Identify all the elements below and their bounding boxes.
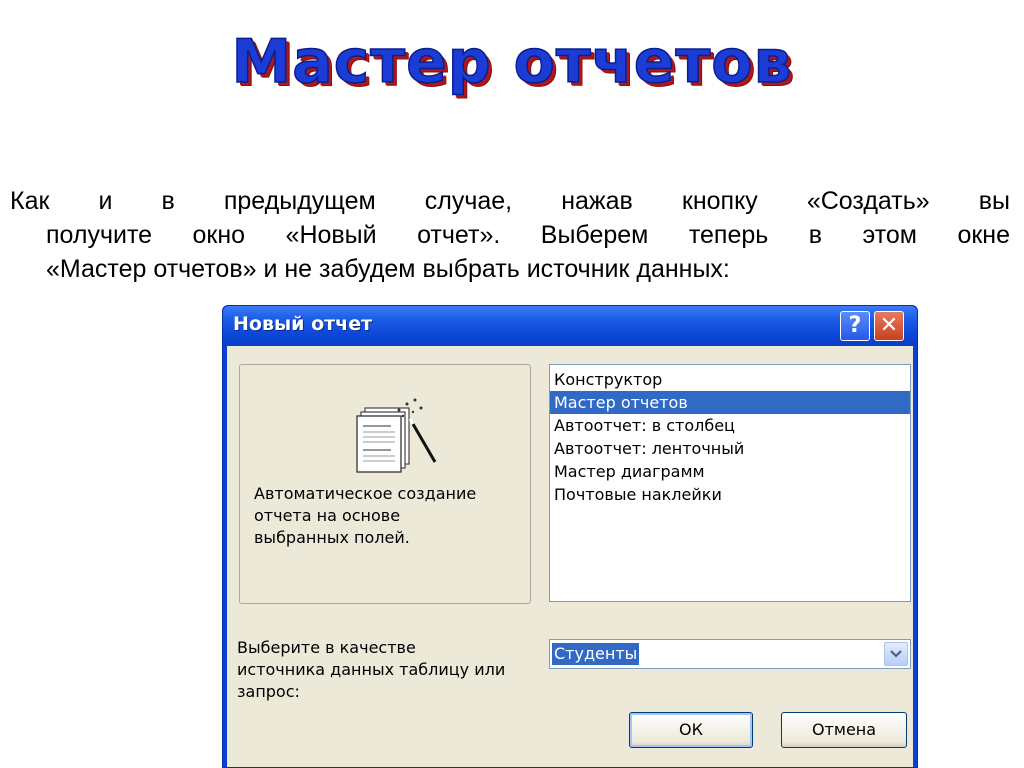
- list-item-chart-wizard[interactable]: Мастер диаграмм: [550, 460, 910, 483]
- list-item-autoreport-tabular[interactable]: Автоотчет: ленточный: [550, 437, 910, 460]
- data-source-label-line: запрос:: [237, 682, 300, 701]
- data-source-label: Выберите в качестве источника данных таб…: [237, 637, 537, 703]
- chevron-down-icon: [890, 650, 902, 658]
- help-icon: ?: [848, 313, 862, 338]
- instruction-paragraph: Как и в предыдущем случае, нажав кнопку …: [10, 184, 1010, 286]
- paragraph-line-3: «Мастер отчетов» и не забудем выбрать ис…: [46, 255, 730, 283]
- paragraph-line-1: Как и в предыдущем случае, нажав кнопку …: [10, 187, 1010, 215]
- preview-description: Автоматическое создание отчета на основе…: [254, 483, 514, 549]
- close-icon: ✕: [879, 313, 899, 338]
- paragraph-line-2: получите окно «Новый отчет». Выберем теп…: [46, 221, 1010, 249]
- ok-button[interactable]: ОК: [629, 712, 753, 748]
- dialog-title: Новый отчет: [233, 313, 373, 335]
- preview-description-line: выбранных полей.: [254, 528, 410, 547]
- list-item-constructor[interactable]: Конструктор: [550, 368, 910, 391]
- report-wizard-icon: [356, 398, 437, 473]
- data-source-label-line: Выберите в качестве: [237, 638, 416, 657]
- list-item-mailing-labels[interactable]: Почтовые наклейки: [550, 483, 910, 506]
- data-source-label-line: источника данных таблицу или: [237, 660, 506, 679]
- dropdown-button[interactable]: [884, 642, 908, 666]
- data-source-value[interactable]: Студенты: [552, 643, 640, 665]
- slide: Мастер отчетов Как и в предыдущем случае…: [0, 0, 1024, 768]
- preview-description-line: отчета на основе: [254, 506, 401, 525]
- preview-panel: Автоматическое создание отчета на основе…: [239, 364, 531, 604]
- new-report-dialog: Новый отчет ? ✕ Автоматическое создание …: [222, 305, 918, 768]
- help-button[interactable]: ?: [840, 311, 870, 341]
- close-button[interactable]: ✕: [874, 311, 904, 341]
- list-item-report-wizard[interactable]: Мастер отчетов: [550, 391, 910, 414]
- report-type-listbox[interactable]: Конструктор Мастер отчетов Автоотчет: в …: [549, 364, 911, 602]
- list-item-autoreport-columnar[interactable]: Автоотчет: в столбец: [550, 414, 910, 437]
- slide-title: Мастер отчетов: [231, 26, 793, 98]
- dialog-titlebar[interactable]: Новый отчет ? ✕: [223, 306, 917, 346]
- cancel-button[interactable]: Отмена: [781, 712, 907, 748]
- data-source-combobox[interactable]: Студенты: [549, 639, 911, 669]
- preview-description-line: Автоматическое создание: [254, 484, 477, 503]
- dialog-client-area: Автоматическое создание отчета на основе…: [227, 346, 913, 767]
